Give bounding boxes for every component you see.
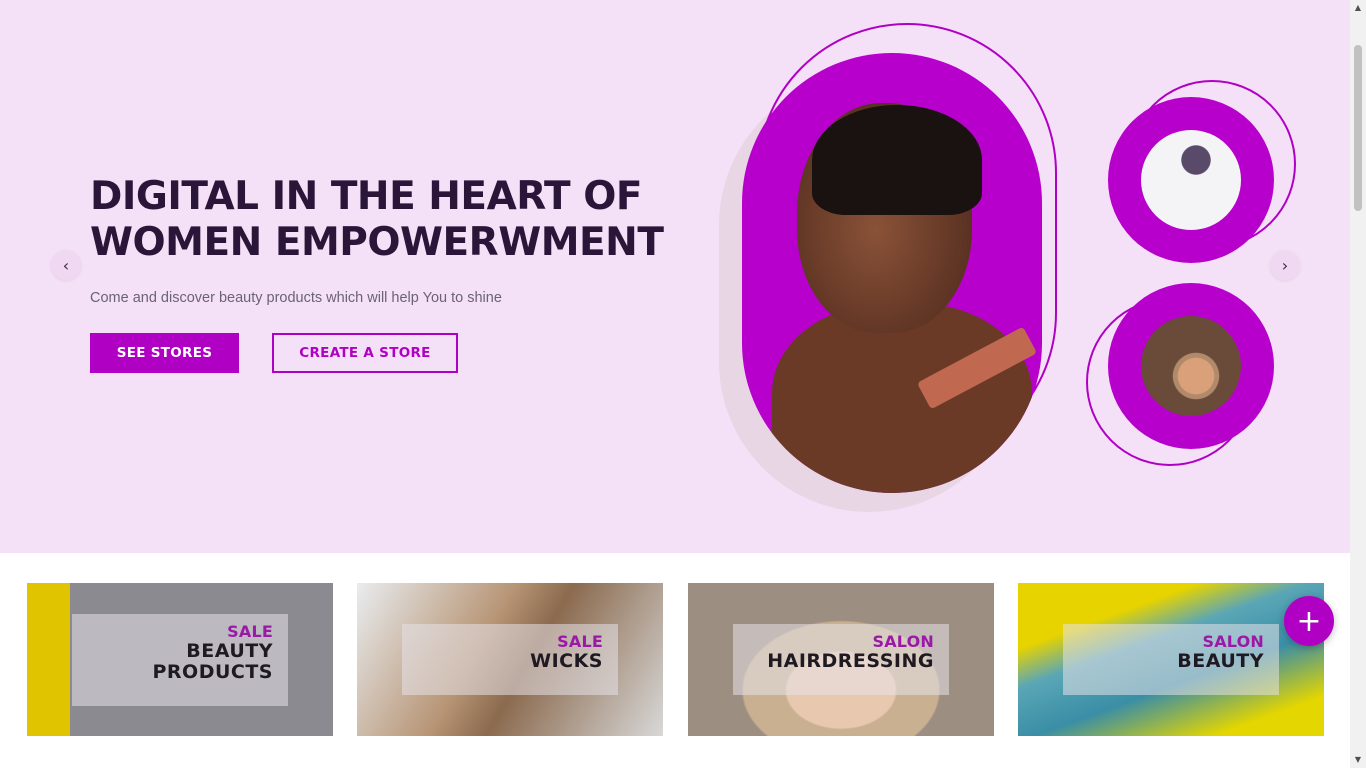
makeup-palette-image xyxy=(1141,130,1241,230)
powder-compact-circle xyxy=(1108,283,1274,449)
hero-title: DIGITAL IN THE HEART OF WOMEN EMPOWERWME… xyxy=(90,174,670,266)
hero-section: DIGITAL IN THE HEART OF WOMEN EMPOWERWME… xyxy=(0,0,1350,553)
category-card-hairdressing[interactable]: SALON HAIRDRESSING xyxy=(688,583,994,736)
carousel-next-button[interactable]: › xyxy=(1270,250,1300,280)
scroll-up-arrow-icon[interactable]: ▲ xyxy=(1350,0,1366,16)
card-tag: SALE xyxy=(557,632,603,651)
card-title: WICKS xyxy=(530,650,603,672)
plus-icon: + xyxy=(1296,603,1322,639)
card-label: SALON BEAUTY xyxy=(1063,624,1279,695)
hero-title-line-1: DIGITAL IN THE HEART OF xyxy=(90,174,643,219)
model-hair-shape xyxy=(812,105,982,215)
card-title: BEAUTY xyxy=(1177,650,1264,672)
card-title-line-1: BEAUTY xyxy=(186,640,273,662)
see-stores-button[interactable]: SEE STORES xyxy=(90,333,239,373)
create-store-button[interactable]: CREATE A STORE xyxy=(272,333,458,373)
card-label: SALE WICKS xyxy=(402,624,618,695)
category-card-wicks[interactable]: SALE WICKS xyxy=(357,583,663,736)
card-tag: SALON xyxy=(1202,632,1264,651)
card-label: SALON HAIRDRESSING xyxy=(733,624,949,695)
add-button[interactable]: + xyxy=(1284,596,1334,646)
page-scrollbar[interactable]: ▲ ▼ xyxy=(1350,0,1366,768)
category-card-beauty[interactable]: SALON BEAUTY xyxy=(1018,583,1324,736)
carousel-prev-button[interactable]: ‹ xyxy=(51,250,81,280)
card-tag: SALON xyxy=(872,632,934,651)
makeup-palette-circle xyxy=(1108,97,1274,263)
scroll-down-arrow-icon[interactable]: ▼ xyxy=(1350,752,1366,768)
hero-model-image xyxy=(742,53,1042,493)
powder-compact-image xyxy=(1141,316,1241,416)
card-title: HAIRDRESSING xyxy=(767,650,934,672)
card-tag: SALE xyxy=(227,622,273,641)
hero-subtitle: Come and discover beauty products which … xyxy=(90,290,502,306)
chevron-right-icon: › xyxy=(1281,255,1289,275)
chevron-left-icon: ‹ xyxy=(62,255,70,275)
hero-title-line-2: WOMEN EMPOWERWMENT xyxy=(90,220,664,265)
card-label: SALE BEAUTY PRODUCTS xyxy=(72,614,288,706)
category-cards: SALE BEAUTY PRODUCTS SALE WICKS SALON HA… xyxy=(0,553,1350,768)
scrollbar-thumb[interactable] xyxy=(1354,45,1362,211)
card-title-line-2: PRODUCTS xyxy=(152,661,273,683)
category-card-beauty-products[interactable]: SALE BEAUTY PRODUCTS xyxy=(27,583,333,736)
